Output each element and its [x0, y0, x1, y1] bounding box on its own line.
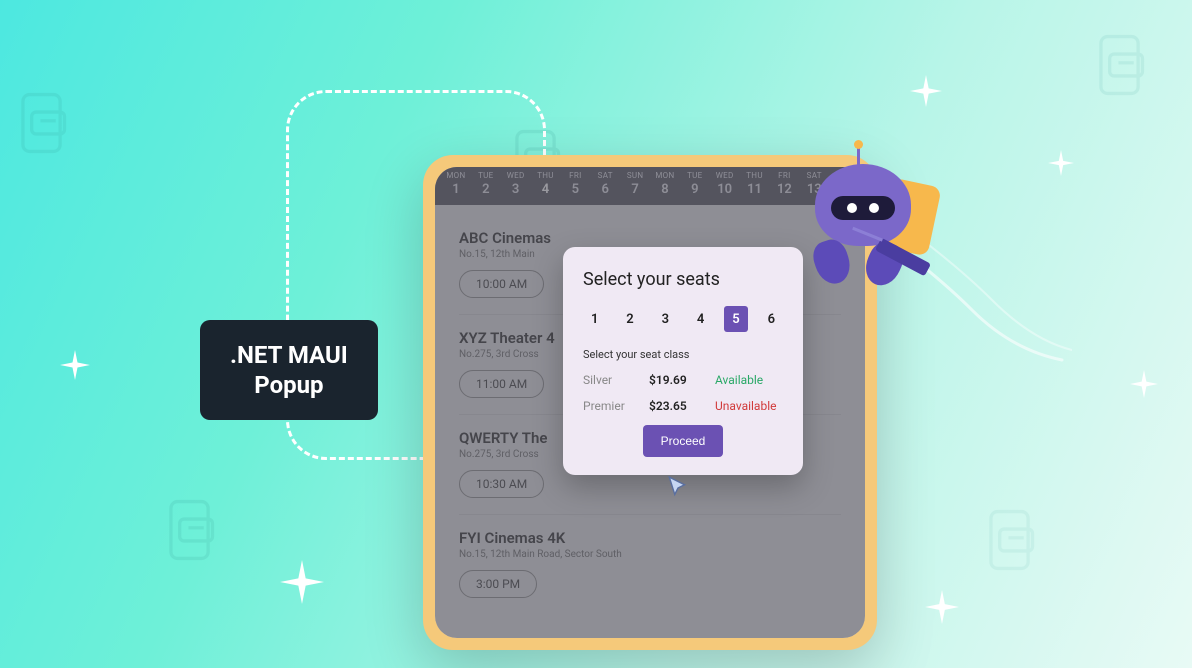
class-name: Silver	[583, 373, 649, 387]
bg-ticket-icon	[160, 495, 230, 565]
robot-mascot	[757, 120, 967, 330]
class-status: Available	[715, 373, 763, 387]
feature-label: .NET MAUI Popup	[200, 320, 378, 420]
sparkle-icon	[60, 350, 90, 380]
sparkle-icon	[280, 560, 324, 604]
class-price: $19.69	[649, 373, 715, 387]
bg-ticket-icon	[12, 88, 82, 158]
seat-number[interactable]: 4	[689, 306, 712, 332]
seat-number[interactable]: 3	[654, 306, 677, 332]
popup-title: Select your seats	[583, 269, 783, 290]
sparkle-icon	[1130, 370, 1158, 398]
sparkle-icon	[925, 590, 959, 624]
label-line1: .NET MAUI	[230, 341, 348, 369]
class-status: Unavailable	[715, 399, 776, 413]
seat-number[interactable]: 1	[583, 306, 606, 332]
label-line2: Popup	[254, 371, 323, 399]
seat-class-label: Select your seat class	[583, 348, 783, 361]
proceed-button[interactable]: Proceed	[643, 425, 724, 457]
seat-number[interactable]: 5	[724, 306, 747, 332]
seat-class-row[interactable]: Premier$23.65Unavailable	[583, 399, 783, 413]
bg-ticket-icon	[1090, 30, 1160, 100]
cursor-icon	[665, 475, 691, 501]
seat-class-row[interactable]: Silver$19.69Available	[583, 373, 783, 387]
sparkle-icon	[910, 75, 942, 107]
seat-number[interactable]: 2	[618, 306, 641, 332]
bg-ticket-icon	[980, 505, 1050, 575]
class-name: Premier	[583, 399, 649, 413]
seat-number-row: 123456	[583, 306, 783, 332]
class-price: $23.65	[649, 399, 715, 413]
sparkle-icon	[1048, 150, 1074, 176]
